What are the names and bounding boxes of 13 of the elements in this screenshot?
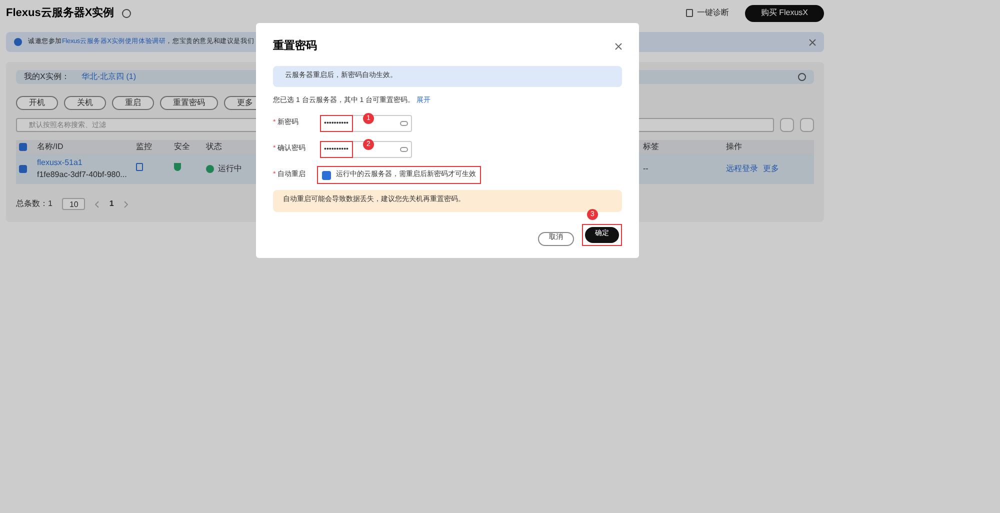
dialog-title: 重置密码 [273,38,317,54]
column-header: 操作 [726,142,742,151]
instance-id: f1fe89ac-3df7-40bf-980... [37,169,127,181]
tag-cell: -- [643,164,648,173]
column-header: 监控 [136,142,152,151]
column-header: 状态 [206,142,222,151]
column-header: 标签 [643,142,659,151]
column-header: 名称/ID [37,142,64,151]
page-title: Flexus云服务器X实例 [6,6,114,21]
status-text: 运行中 [218,163,242,175]
filter-label: 我的X实例： [24,71,70,83]
column-header: 安全 [174,142,190,151]
total-count: 总条数：1 [16,198,52,210]
